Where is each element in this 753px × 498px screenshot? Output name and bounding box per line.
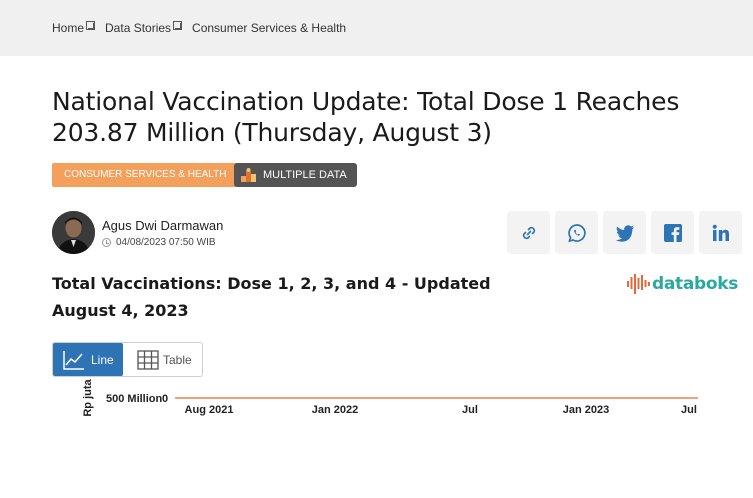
share-twitter-button[interactable] bbox=[603, 211, 646, 254]
external-link-icon bbox=[173, 20, 183, 30]
whatsapp-icon bbox=[567, 223, 586, 242]
table-view-button[interactable]: Table bbox=[137, 343, 192, 376]
line-view-button[interactable]: Line bbox=[53, 343, 123, 376]
share-whatsapp-button[interactable] bbox=[555, 211, 598, 254]
facebook-icon bbox=[663, 223, 682, 242]
line-chart-icon bbox=[63, 350, 84, 370]
table-view-label: Table bbox=[163, 352, 192, 367]
databoks-bars-icon bbox=[627, 274, 650, 294]
breadcrumb-data-stories[interactable]: Data Stories bbox=[105, 21, 171, 35]
x-tick-label: Jul bbox=[681, 404, 697, 416]
category-badge[interactable]: CONSUMER SERVICES & HEALTH bbox=[52, 163, 239, 187]
avatar[interactable] bbox=[52, 211, 95, 254]
table-icon bbox=[137, 349, 159, 370]
brand-name: databoks bbox=[652, 274, 739, 294]
y-tick-label: 500 Million bbox=[106, 393, 163, 405]
copy-link-button[interactable] bbox=[507, 211, 550, 254]
multiple-data-badge[interactable]: MULTIPLE DATA bbox=[234, 163, 357, 187]
share-facebook-button[interactable] bbox=[651, 211, 694, 254]
author-photo bbox=[52, 211, 95, 254]
breadcrumb-bar: Home Data Stories Consumer Services & He… bbox=[0, 0, 753, 56]
page-title: National Vaccination Update: Total Dose … bbox=[52, 87, 680, 147]
line-view-label: Line bbox=[91, 352, 114, 367]
databoks-logo: databoks bbox=[626, 272, 738, 296]
breadcrumb: Home Data Stories Consumer Services & He… bbox=[52, 20, 346, 35]
breadcrumb-category[interactable]: Consumer Services & Health bbox=[192, 21, 346, 35]
post-date-text: 04/08/2023 07:50 WIB bbox=[116, 237, 216, 248]
twitter-icon bbox=[615, 224, 634, 242]
y-axis-label: Rp juta bbox=[82, 378, 94, 416]
x-tick-label: Jul bbox=[462, 404, 478, 416]
external-link-icon bbox=[86, 20, 96, 30]
multiple-data-label: MULTIPLE DATA bbox=[263, 169, 347, 181]
x-tick-label: Jan 2023 bbox=[563, 404, 609, 416]
share-linkedin-button[interactable] bbox=[699, 211, 742, 254]
post-date: 04/08/2023 07:50 WIB bbox=[102, 237, 216, 248]
clock-icon bbox=[102, 238, 111, 247]
y-tick-label: 0 bbox=[162, 393, 168, 405]
author-name[interactable]: Agus Dwi Darmawan bbox=[102, 218, 223, 233]
x-tick-label: Aug 2021 bbox=[185, 404, 234, 416]
vaccination-line-chart: Rp juta 500 Million 0 Aug 2021 Jan 2022 … bbox=[82, 378, 698, 417]
link-icon bbox=[522, 226, 535, 239]
x-tick-label: Jan 2022 bbox=[312, 404, 358, 416]
chart-stack-icon bbox=[241, 168, 256, 182]
breadcrumb-home[interactable]: Home bbox=[52, 21, 84, 35]
chart-view-toggle: Line Table bbox=[52, 342, 203, 377]
linkedin-icon bbox=[712, 224, 729, 241]
chart-title: Total Vaccinations: Dose 1, 2, 3, and 4 … bbox=[52, 274, 491, 320]
